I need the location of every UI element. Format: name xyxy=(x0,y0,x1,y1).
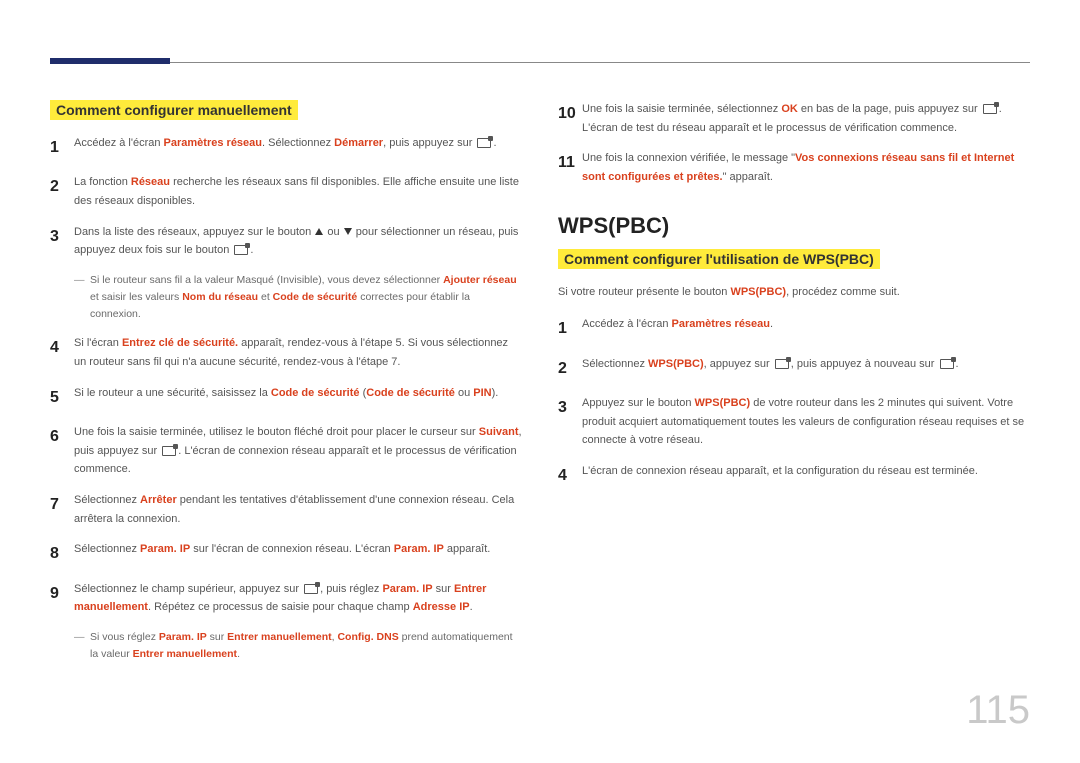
right-subheading: Comment configurer l'utilisation de WPS(… xyxy=(558,249,880,269)
step-2: 2 La fonction Réseau recherche les résea… xyxy=(50,173,522,210)
step-3: 3 Dans la liste des réseaux, appuyez sur… xyxy=(50,223,522,260)
right-steps-top: 10 Une fois la saisie terminée, sélectio… xyxy=(558,100,1030,187)
step-body: Dans la liste des réseaux, appuyez sur l… xyxy=(74,223,522,260)
step-body: Accédez à l'écran Paramètres réseau. xyxy=(582,315,1030,334)
arrow-up-icon xyxy=(315,228,323,235)
step-number: 8 xyxy=(50,540,74,567)
enter-icon xyxy=(162,446,176,456)
step-number: 4 xyxy=(558,462,582,489)
enter-icon xyxy=(983,104,997,114)
left-steps-cont: 4 Si l'écran Entrez clé de sécurité. app… xyxy=(50,334,522,617)
step-number: 5 xyxy=(50,384,74,411)
step-number: 4 xyxy=(50,334,74,361)
wps-step-2: 2 Sélectionnez WPS(PBC), appuyez sur , p… xyxy=(558,355,1030,382)
wpspbc-intro: Si votre routeur présente le bouton WPS(… xyxy=(558,283,1030,302)
step-number: 3 xyxy=(50,223,74,250)
left-column: Comment configurer manuellement 1 Accéde… xyxy=(50,100,522,674)
content-columns: Comment configurer manuellement 1 Accéde… xyxy=(50,100,1030,674)
wps-step-1: 1 Accédez à l'écran Paramètres réseau. xyxy=(558,315,1030,342)
left-subheading: Comment configurer manuellement xyxy=(50,100,298,120)
enter-icon xyxy=(775,359,789,369)
step-8: 8 Sélectionnez Param. IP sur l'écran de … xyxy=(50,540,522,567)
step-number: 1 xyxy=(558,315,582,342)
enter-icon xyxy=(477,138,491,148)
section-title-wpspbc: WPS(PBC) xyxy=(558,213,1030,239)
step-body: Accédez à l'écran Paramètres réseau. Sél… xyxy=(74,134,522,153)
enter-icon xyxy=(304,584,318,594)
header-accent-bar xyxy=(50,58,170,64)
wps-step-3: 3 Appuyez sur le bouton WPS(PBC) de votr… xyxy=(558,394,1030,450)
step-number: 9 xyxy=(50,580,74,607)
step-body: Sélectionnez WPS(PBC), appuyez sur , pui… xyxy=(582,355,1030,374)
wpspbc-steps: 1 Accédez à l'écran Paramètres réseau. 2… xyxy=(558,315,1030,489)
left-steps: 1 Accédez à l'écran Paramètres réseau. S… xyxy=(50,134,522,260)
step-1: 1 Accédez à l'écran Paramètres réseau. S… xyxy=(50,134,522,161)
step-number: 3 xyxy=(558,394,582,421)
enter-icon xyxy=(234,245,248,255)
step-number: 2 xyxy=(558,355,582,382)
step-body: Si le routeur a une sécurité, saisissez … xyxy=(74,384,522,403)
step-number: 1 xyxy=(50,134,74,161)
step-7: 7 Sélectionnez Arrêter pendant les tenta… xyxy=(50,491,522,528)
arrow-down-icon xyxy=(344,228,352,235)
right-column: 10 Une fois la saisie terminée, sélectio… xyxy=(558,100,1030,674)
step-9: 9 Sélectionnez le champ supérieur, appuy… xyxy=(50,580,522,617)
step-number: 2 xyxy=(50,173,74,200)
step-body: Une fois la saisie terminée, sélectionne… xyxy=(582,100,1030,137)
wps-step-4: 4 L'écran de connexion réseau apparaît, … xyxy=(558,462,1030,489)
step-body: Sélectionnez Param. IP sur l'écran de co… xyxy=(74,540,522,559)
step-4: 4 Si l'écran Entrez clé de sécurité. app… xyxy=(50,334,522,371)
step-body: Appuyez sur le bouton WPS(PBC) de votre … xyxy=(582,394,1030,450)
note-after-9: Si vous réglez Param. IP sur Entrer manu… xyxy=(74,629,522,663)
step-10: 10 Une fois la saisie terminée, sélectio… xyxy=(558,100,1030,137)
page-number: 115 xyxy=(966,688,1030,733)
step-body: L'écran de connexion réseau apparaît, et… xyxy=(582,462,1030,481)
step-body: Si l'écran Entrez clé de sécurité. appar… xyxy=(74,334,522,371)
enter-icon xyxy=(940,359,954,369)
step-body: Sélectionnez le champ supérieur, appuyez… xyxy=(74,580,522,617)
note-after-3: Si le routeur sans fil a la valeur Masqu… xyxy=(74,272,522,322)
step-number: 6 xyxy=(50,423,74,450)
step-body: La fonction Réseau recherche les réseaux… xyxy=(74,173,522,210)
step-number: 11 xyxy=(558,149,582,176)
step-5: 5 Si le routeur a une sécurité, saisisse… xyxy=(50,384,522,411)
header-rule xyxy=(50,62,1030,63)
step-body: Une fois la connexion vérifiée, le messa… xyxy=(582,149,1030,186)
step-number: 10 xyxy=(558,100,582,127)
step-body: Une fois la saisie terminée, utilisez le… xyxy=(74,423,522,479)
step-6: 6 Une fois la saisie terminée, utilisez … xyxy=(50,423,522,479)
step-number: 7 xyxy=(50,491,74,518)
step-11: 11 Une fois la connexion vérifiée, le me… xyxy=(558,149,1030,186)
step-body: Sélectionnez Arrêter pendant les tentati… xyxy=(74,491,522,528)
page: Comment configurer manuellement 1 Accéde… xyxy=(0,0,1080,763)
